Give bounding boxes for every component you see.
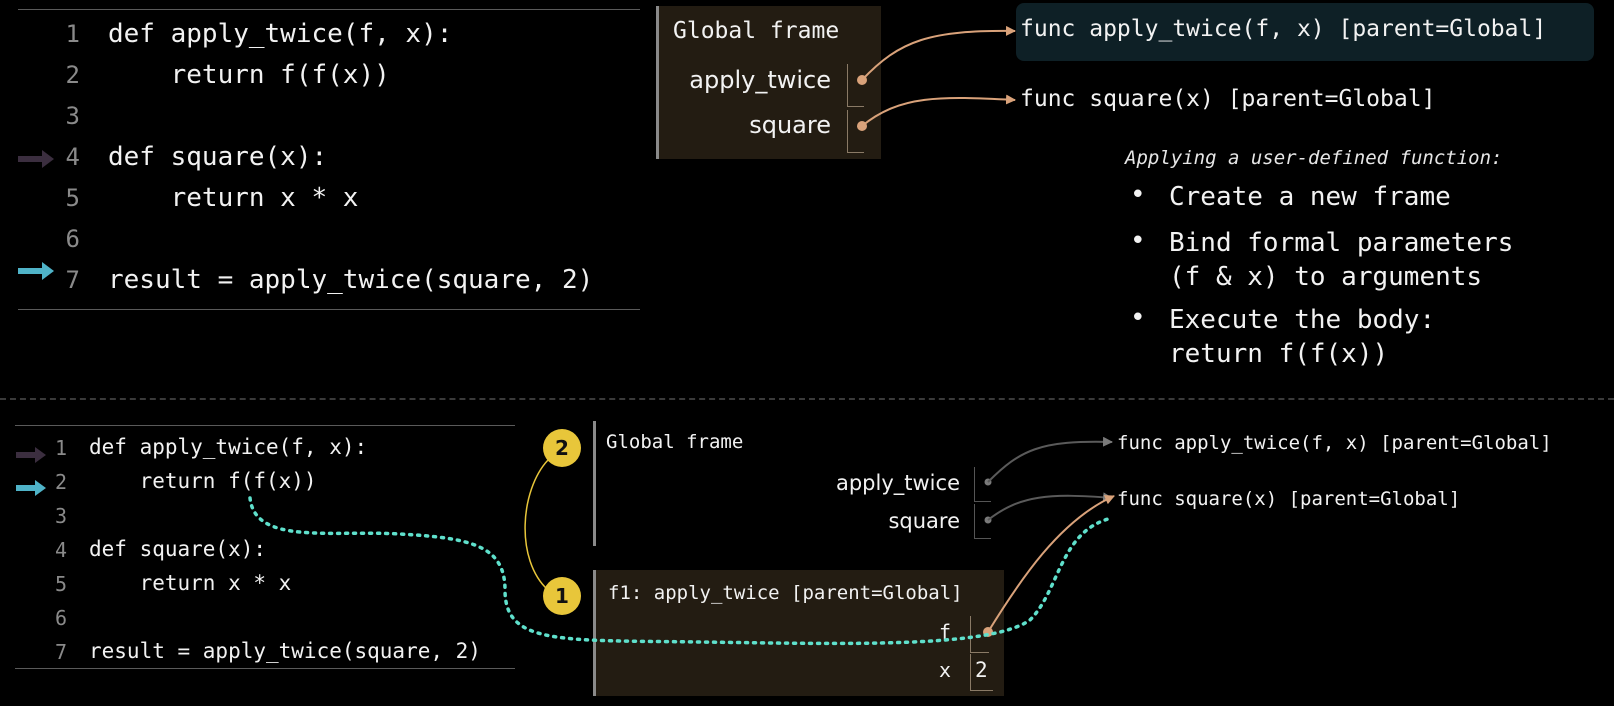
dotted-trace-path (248, 496, 1114, 646)
connectors (248, 25, 1115, 646)
step-marker-2: 2 (543, 429, 581, 467)
step-marker-1: 1 (543, 577, 581, 615)
step-connector (524, 459, 549, 591)
pointer-arrow (987, 495, 1115, 633)
pointer-arrow (987, 436, 1113, 483)
pointer-arrow (861, 25, 1016, 81)
pointer-arrow (861, 94, 1016, 127)
